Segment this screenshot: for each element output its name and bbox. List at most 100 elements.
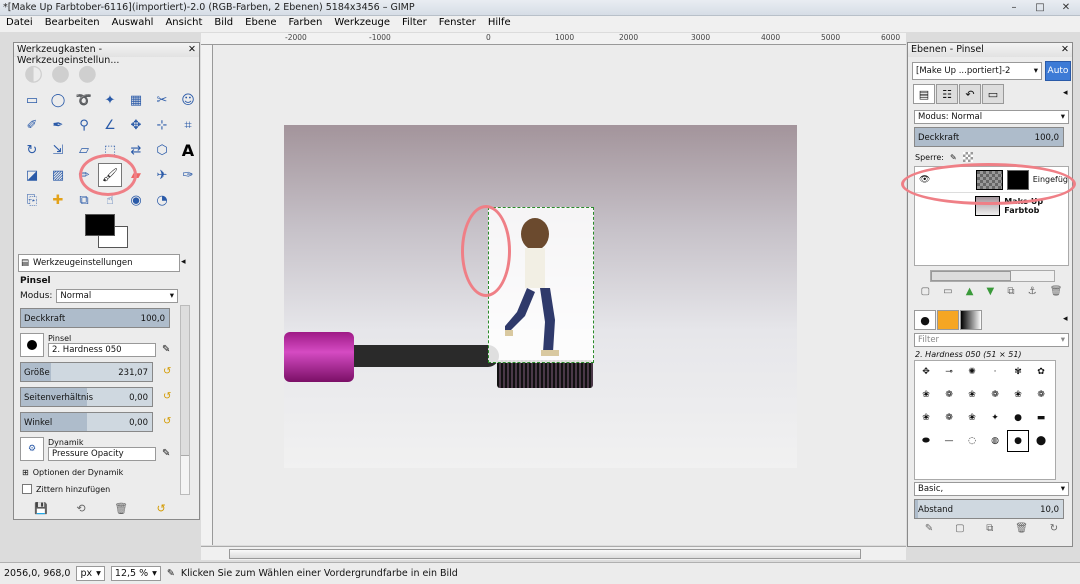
dynamics-field[interactable]: Pressure Opacity (48, 447, 156, 461)
vertical-ruler[interactable] (201, 45, 213, 545)
auto-button[interactable]: Auto (1045, 61, 1071, 81)
flip-tool[interactable]: ⇄ (124, 138, 148, 162)
delete-brush-icon[interactable]: 🗑 (1015, 523, 1028, 534)
duplicate-layer-icon[interactable]: ⧉ (1007, 286, 1014, 297)
tab-gradients[interactable] (960, 310, 982, 330)
tab-menu-icon[interactable]: ◂ (1063, 88, 1068, 98)
jitter-checkbox[interactable] (22, 484, 32, 494)
scissors-tool[interactable]: ✂ (150, 88, 174, 112)
brush-item[interactable]: ❁ (938, 407, 960, 429)
brush-item-selected[interactable]: ● (1007, 430, 1029, 452)
measure-tool[interactable]: ∠ (98, 113, 122, 137)
brush-item[interactable]: ⬤ (1030, 430, 1052, 452)
foreground-color-swatch[interactable] (85, 214, 115, 236)
opacity-slider[interactable]: Deckkraft 100,0 (20, 308, 170, 328)
tab-channels[interactable]: ☷ (936, 84, 958, 104)
brush-item[interactable]: ❁ (984, 384, 1006, 406)
brush-item[interactable]: ◌ (961, 430, 983, 452)
clone-tool[interactable]: ⎘ (20, 188, 44, 212)
menu-datei[interactable]: Datei (0, 16, 39, 32)
tab-menu-icon[interactable]: ◂ (1063, 314, 1068, 324)
angle-slider[interactable]: Winkel 0,00 (20, 412, 153, 432)
brush-item[interactable]: ❀ (961, 407, 983, 429)
unit-select[interactable]: px ▾ (76, 566, 105, 581)
brush-item[interactable]: ❁ (938, 384, 960, 406)
new-brush-icon[interactable]: ▢ (955, 523, 964, 534)
brush-item[interactable]: ⊸ (938, 361, 960, 383)
lower-layer-icon[interactable]: ▼ (987, 286, 995, 297)
reset-size-icon[interactable]: ↺ (163, 366, 171, 377)
close-icon[interactable]: ✕ (188, 44, 196, 56)
brush-item[interactable]: ❁ (1030, 384, 1052, 406)
brush-spacing-slider[interactable]: Abstand 10,0 (914, 499, 1064, 519)
brush-item[interactable]: ✾ (1007, 361, 1029, 383)
tab-menu-icon[interactable]: ◂ (181, 257, 186, 267)
horizontal-scrollbar[interactable] (201, 546, 906, 560)
menu-farben[interactable]: Farben (282, 16, 328, 32)
brush-preview[interactable] (20, 333, 44, 357)
anchor-layer-icon[interactable]: ⚓ (1028, 286, 1037, 297)
brush-name-field[interactable]: 2. Hardness 050 (48, 343, 156, 357)
brush-item[interactable]: ❀ (915, 407, 937, 429)
brush-item[interactable]: ✺ (961, 361, 983, 383)
edit-brush-icon[interactable]: ✎ (162, 344, 170, 355)
rotate-tool[interactable]: ↻ (20, 138, 44, 162)
tab-brushes[interactable]: ● (914, 310, 936, 330)
airbrush-tool[interactable]: ✈ (150, 163, 174, 187)
bucket-fill-tool[interactable]: ◪ (20, 163, 44, 187)
zoom-tool[interactable]: ⚲ (72, 113, 96, 137)
edit-brush-icon[interactable]: ✎ (925, 523, 933, 534)
dodge-burn-tool[interactable]: ◔ (150, 188, 174, 212)
save-options-icon[interactable]: 💾 (34, 502, 48, 515)
menu-auswahl[interactable]: Auswahl (106, 16, 160, 32)
restore-options-icon[interactable]: ⟲ (76, 502, 85, 515)
cage-tool[interactable]: ⬡ (150, 138, 174, 162)
minimize-button[interactable]: – (1003, 0, 1025, 14)
image-select[interactable]: [Make Up ...portiert]-2 ▾ (912, 62, 1042, 80)
align-tool[interactable]: ⊹ (150, 113, 174, 137)
lasso-tool[interactable]: ➰ (72, 88, 96, 112)
new-layer-group-icon[interactable]: ▭ (943, 286, 952, 297)
new-layer-icon[interactable]: ▢ (921, 286, 930, 297)
rect-select-tool[interactable]: ▭ (20, 88, 44, 112)
reset-options-icon[interactable]: ↺ (157, 502, 166, 515)
brush-item[interactable]: ▬ (1030, 407, 1052, 429)
tab-paths[interactable]: ↶ (959, 84, 981, 104)
brush-item[interactable]: ⬬ (915, 430, 937, 452)
brush-item[interactable]: — (938, 430, 960, 452)
delete-options-icon[interactable]: 🗑 (114, 502, 128, 515)
menu-ebene[interactable]: Ebene (239, 16, 282, 32)
close-button[interactable]: ✕ (1055, 0, 1077, 14)
expand-icon[interactable]: ⊞ (22, 468, 29, 477)
brush-item[interactable]: ● (1007, 407, 1029, 429)
text-tool[interactable]: A (176, 138, 200, 162)
scrollbar-thumb[interactable] (229, 549, 861, 559)
layer-list-scrollbar[interactable] (930, 270, 1055, 282)
brush-item[interactable]: ◍ (984, 430, 1006, 452)
menu-fenster[interactable]: Fenster (433, 16, 482, 32)
magic-wand-tool[interactable]: ✦ (98, 88, 122, 112)
brush-item[interactable]: ❀ (1007, 384, 1029, 406)
menu-bild[interactable]: Bild (208, 16, 239, 32)
refresh-brushes-icon[interactable]: ↻ (1050, 523, 1058, 534)
paths-tool[interactable]: ✐ (20, 113, 44, 137)
brush-item[interactable]: ❀ (961, 384, 983, 406)
menu-hilfe[interactable]: Hilfe (482, 16, 517, 32)
scrollbar-thumb[interactable] (181, 306, 189, 456)
ink-tool[interactable]: ✑ (176, 163, 200, 187)
crop-tool[interactable]: ⌗ (176, 113, 200, 137)
tab-layers[interactable]: ▤ (913, 84, 935, 104)
heal-tool[interactable]: ✚ (46, 188, 70, 212)
tab-undo[interactable]: ▭ (982, 84, 1004, 104)
reset-ratio-icon[interactable]: ↺ (163, 391, 171, 402)
dynamics-options-label[interactable]: Optionen der Dynamik (33, 468, 124, 477)
maximize-button[interactable]: □ (1029, 0, 1051, 14)
reset-angle-icon[interactable]: ↺ (163, 416, 171, 427)
tab-patterns[interactable] (937, 310, 959, 330)
duplicate-brush-icon[interactable]: ⧉ (986, 523, 993, 534)
zoom-select[interactable]: 12,5 % ▾ (110, 566, 161, 581)
ellipse-select-tool[interactable]: ◯ (46, 88, 70, 112)
color-select-tool[interactable]: ▦ (124, 88, 148, 112)
size-slider[interactable]: Größe 231,07 (20, 362, 153, 382)
menu-bearbeiten[interactable]: Bearbeiten (39, 16, 106, 32)
